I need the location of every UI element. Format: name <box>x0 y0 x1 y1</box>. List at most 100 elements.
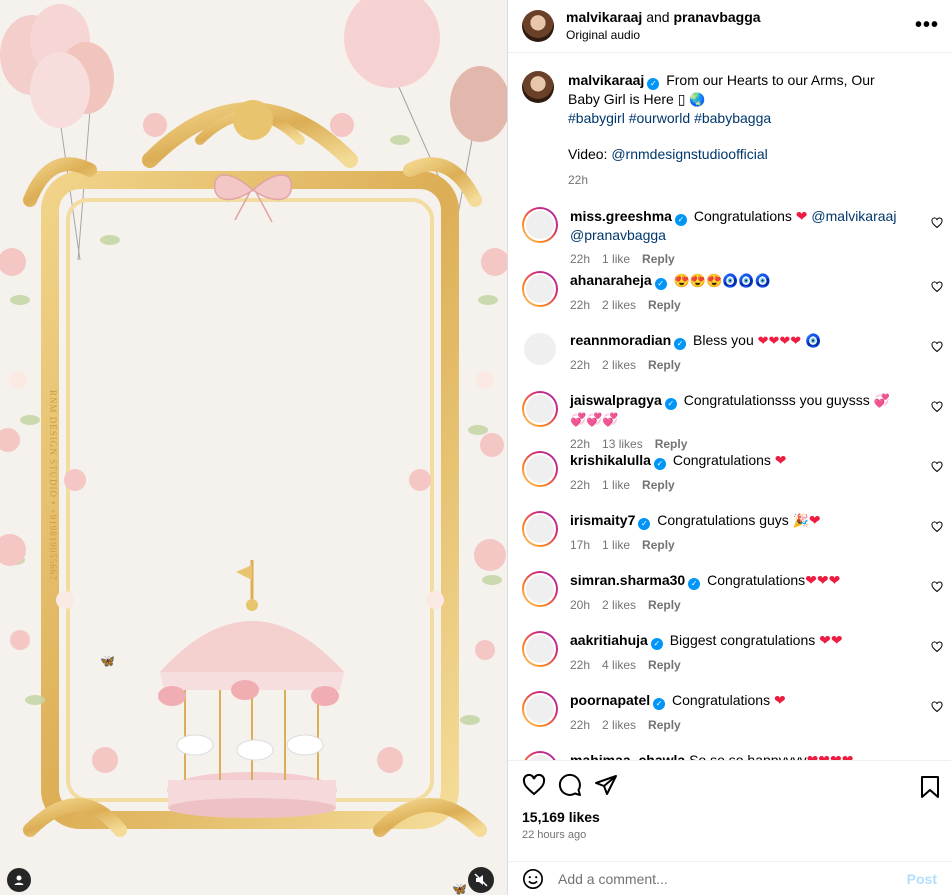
nazar-emoji: 🧿 <box>805 333 822 348</box>
emoji-icon[interactable] <box>522 868 544 890</box>
verified-icon: ✓ <box>653 458 666 470</box>
share-icon[interactable] <box>594 773 618 797</box>
party-emoji: 🎉 <box>792 513 809 528</box>
heart-emoji: ❤ <box>795 208 808 224</box>
commenter-avatar[interactable] <box>522 691 558 727</box>
heart-emoji: ❤❤❤ <box>805 572 841 588</box>
watermark-text: RNM DESIGN STUDIO • +919819055667 <box>48 390 58 581</box>
comment-item: krishikalulla ✓ Congratulations ❤ 22h 1 li… <box>508 451 951 495</box>
comment-time: 22h <box>570 298 591 312</box>
mute-button[interactable] <box>468 867 494 893</box>
like-comment-icon[interactable] <box>931 281 943 293</box>
reply-button[interactable]: Reply <box>648 718 681 732</box>
author-avatar[interactable] <box>522 10 554 42</box>
comment-username[interactable]: reannmoradian <box>570 332 671 348</box>
comment-likes[interactable]: 1 like <box>602 252 630 266</box>
caption-hashtags[interactable]: #babygirl #ourworld #babybagga <box>568 110 771 126</box>
commenter-avatar[interactable] <box>522 751 558 760</box>
comment-likes[interactable]: 2 likes <box>602 718 636 732</box>
commenter-avatar[interactable] <box>522 271 558 307</box>
comment-time: 17h <box>570 538 591 552</box>
post-comment-button[interactable]: Post <box>907 871 937 887</box>
like-comment-icon[interactable] <box>931 401 943 413</box>
comment-likes[interactable]: 2 likes <box>602 298 636 312</box>
comment-username[interactable]: mahimaa_chawla <box>570 752 685 760</box>
coauthor-link[interactable]: pranavbagga <box>673 9 760 25</box>
comment-likes[interactable]: 2 likes <box>602 598 636 612</box>
comment-username[interactable]: jaiswalpragya <box>570 392 662 408</box>
heart-icon[interactable] <box>522 773 546 797</box>
reply-button[interactable]: Reply <box>648 598 681 612</box>
commenter-avatar[interactable] <box>522 207 558 243</box>
comment-likes[interactable]: 1 like <box>602 478 630 492</box>
like-comment-icon[interactable] <box>931 217 943 229</box>
tagged-users-button[interactable] <box>7 868 31 892</box>
like-comment-icon[interactable] <box>931 341 943 353</box>
caption-time: 22h <box>568 173 589 187</box>
svg-text:🦋: 🦋 <box>100 654 115 668</box>
reply-button[interactable]: Reply <box>642 538 675 552</box>
commenter-avatar[interactable] <box>522 571 558 607</box>
audio-link[interactable]: Original audio <box>566 26 761 44</box>
verified-icon: ✓ <box>688 578 701 590</box>
comments-feed[interactable]: malvikaraaj ✓ From our Hearts to our Arms… <box>508 53 951 760</box>
commenter-avatar[interactable] <box>522 511 558 547</box>
reply-button[interactable]: Reply <box>655 437 688 451</box>
heart-emoji: ❤ <box>808 512 821 528</box>
post-viewer: RNM DESIGN STUDIO • +919819055667 🦋 🦋 ma… <box>0 0 951 895</box>
verified-icon: ✓ <box>647 78 660 90</box>
like-comment-icon[interactable] <box>931 461 943 473</box>
comment-username[interactable]: poornapatel <box>570 692 650 708</box>
comment-text: Congratulationsss you guysss <box>683 392 870 408</box>
comment-mention[interactable]: @malvikaraaj <box>811 208 896 224</box>
comment-time: 22h <box>570 658 591 672</box>
comment-username[interactable]: aakritiahuja <box>570 632 648 648</box>
reply-button[interactable]: Reply <box>642 478 675 492</box>
reply-button[interactable]: Reply <box>642 252 675 266</box>
comment-username[interactable]: irismaity7 <box>570 512 635 528</box>
comment-username[interactable]: miss.greeshma <box>570 208 672 224</box>
video-credit-link[interactable]: @rnmdesignstudioofficial <box>611 146 767 162</box>
comment-mention[interactable]: @pranavbagga <box>570 227 666 243</box>
comment-item: mahimaa_chawla So so so happyyyy❤❤❤❤ <box>508 751 951 760</box>
comment-input[interactable]: Add a comment... <box>558 871 907 887</box>
emoji-reaction: 😍😍😍🧿🧿🧿 <box>673 273 771 288</box>
commenter-avatar[interactable] <box>522 451 558 487</box>
comment-item: poornapatel ✓ Congratulations ❤ 22h 2 like… <box>508 691 951 735</box>
comment-item: irismaity7 ✓ Congratulations guys 🎉❤ 17h 1… <box>508 511 951 555</box>
more-icon[interactable]: ••• <box>915 14 939 37</box>
comment-likes[interactable]: 13 likes <box>602 437 643 451</box>
comment-username[interactable]: simran.sharma30 <box>570 572 685 588</box>
commenter-avatar[interactable] <box>522 391 558 427</box>
comment-time: 22h <box>570 437 591 451</box>
like-comment-icon[interactable] <box>931 521 943 533</box>
like-comment-icon[interactable] <box>931 641 943 653</box>
author-names: malvikaraaj and pranavbagga Original aud… <box>566 9 761 44</box>
comment-likes[interactable]: 2 likes <box>602 358 636 372</box>
post-actions: 15,169 likes 22 hours ago Add a comment.… <box>508 760 951 895</box>
comment-likes[interactable]: 1 like <box>602 538 630 552</box>
verified-icon: ✓ <box>638 518 651 530</box>
comment-likes[interactable]: 4 likes <box>602 658 636 672</box>
comment-item: jaiswalpragya ✓ Congratulationsss you guy… <box>508 391 951 451</box>
commenter-avatar[interactable] <box>522 631 558 667</box>
comment-icon[interactable] <box>558 773 582 797</box>
comment-item: reannmoradian ✓ Bless you ❤❤❤❤ 🧿 22h 2 lik… <box>508 331 951 375</box>
verified-icon: ✓ <box>654 278 667 290</box>
post-media[interactable]: RNM DESIGN STUDIO • +919819055667 🦋 🦋 <box>0 0 507 895</box>
reply-button[interactable]: Reply <box>648 658 681 672</box>
caption-username[interactable]: malvikaraaj <box>568 72 644 88</box>
author-link[interactable]: malvikaraaj <box>566 9 642 25</box>
commenter-avatar[interactable] <box>524 333 556 365</box>
comment-username[interactable]: ahanaraheja <box>570 272 652 288</box>
like-comment-icon[interactable] <box>931 701 943 713</box>
reply-button[interactable]: Reply <box>648 358 681 372</box>
comment-username[interactable]: krishikalulla <box>570 452 651 468</box>
likes-count[interactable]: 15,169 likes <box>522 809 937 825</box>
reply-button[interactable]: Reply <box>648 298 681 312</box>
caption-avatar[interactable] <box>522 71 554 103</box>
save-icon[interactable] <box>919 775 941 799</box>
like-comment-icon[interactable] <box>931 581 943 593</box>
comment-item: miss.greeshma ✓ Congratulations ❤ @malvik… <box>508 207 951 266</box>
heart-emoji: ❤❤❤❤ <box>757 333 802 348</box>
